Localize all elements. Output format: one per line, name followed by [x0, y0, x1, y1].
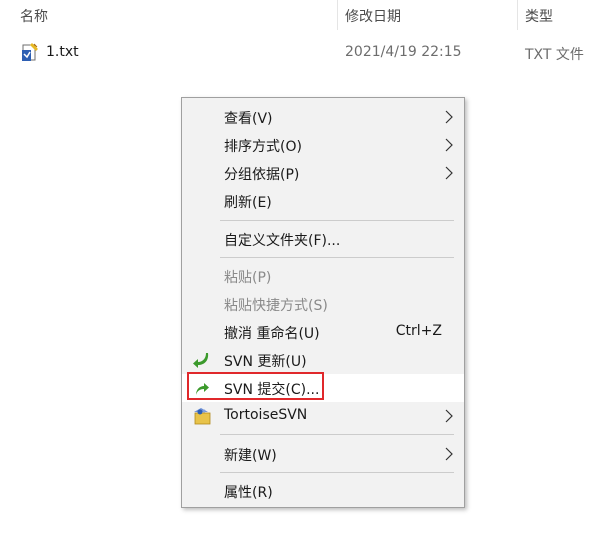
menu-item-label: 查看(V) — [224, 111, 273, 127]
menu-separator — [220, 257, 454, 258]
column-divider[interactable] — [517, 0, 518, 30]
tortoisesvn-file-icon — [22, 43, 38, 61]
column-header-bar: 名称 修改日期 类型 — [0, 0, 614, 30]
file-type: TXT 文件 — [525, 47, 584, 63]
menu-item-label: 排序方式(O) — [224, 139, 302, 155]
chevron-right-icon — [445, 409, 453, 423]
menu-item-label: 分组依据(P) — [224, 167, 300, 183]
menu-item-label: 粘贴快捷方式(S) — [224, 298, 328, 314]
menu-item-label: TortoiseSVN — [224, 407, 308, 423]
menu-item-label: 刷新(E) — [224, 195, 272, 211]
tortoisesvn-icon — [194, 408, 211, 425]
menu-separator — [220, 434, 454, 435]
menu-item-undo-rename[interactable]: 撤消 重命名(U) Ctrl+Z — [182, 318, 464, 346]
chevron-right-icon — [445, 138, 453, 152]
menu-item-label: 粘贴(P) — [224, 270, 272, 286]
menu-item-paste: 粘贴(P) — [182, 262, 464, 290]
file-row[interactable]: 1.txt 2021/4/19 22:15 TXT 文件 — [0, 38, 614, 66]
menu-item-label: 属性(R) — [224, 485, 273, 501]
menu-separator — [220, 472, 454, 473]
menu-item-shortcut: Ctrl+Z — [395, 323, 442, 339]
chevron-right-icon — [445, 447, 453, 461]
menu-item-svn-commit[interactable]: SVN 提交(C)... — [182, 374, 464, 402]
file-modified: 2021/4/19 22:15 — [345, 44, 462, 60]
menu-item-tortoisesvn[interactable]: TortoiseSVN — [182, 402, 464, 430]
column-header-name[interactable]: 名称 — [20, 6, 48, 26]
menu-item-new[interactable]: 新建(W) — [182, 440, 464, 468]
context-menu: 查看(V) 排序方式(O) 分组依据(P) 刷新(E) 自定义文件夹(F)...… — [181, 97, 465, 508]
svn-update-icon — [193, 353, 209, 368]
file-name[interactable]: 1.txt — [46, 44, 79, 60]
column-header-type[interactable]: 类型 — [525, 6, 553, 26]
menu-item-label: SVN 提交(C)... — [224, 382, 320, 398]
chevron-right-icon — [445, 110, 453, 124]
menu-item-refresh[interactable]: 刷新(E) — [182, 187, 464, 215]
sort-arrow-icon — [170, 0, 180, 2]
menu-item-group-by[interactable]: 分组依据(P) — [182, 159, 464, 187]
menu-separator — [220, 220, 454, 221]
svn-commit-icon — [196, 383, 209, 395]
column-header-modified[interactable]: 修改日期 — [345, 6, 401, 26]
menu-item-sort-by[interactable]: 排序方式(O) — [182, 131, 464, 159]
column-divider[interactable] — [337, 0, 338, 30]
menu-item-svn-update[interactable]: SVN 更新(U) — [182, 346, 464, 374]
menu-item-customize-folder[interactable]: 自定义文件夹(F)... — [182, 225, 464, 253]
menu-item-view[interactable]: 查看(V) — [182, 103, 464, 131]
menu-item-paste-shortcut: 粘贴快捷方式(S) — [182, 290, 464, 318]
menu-item-label: 新建(W) — [224, 448, 277, 464]
chevron-right-icon — [445, 166, 453, 180]
menu-item-label: 撤消 重命名(U) — [224, 326, 320, 342]
menu-item-properties[interactable]: 属性(R) — [182, 477, 464, 505]
menu-item-label: 自定义文件夹(F)... — [224, 233, 341, 249]
menu-item-label: SVN 更新(U) — [224, 354, 307, 370]
